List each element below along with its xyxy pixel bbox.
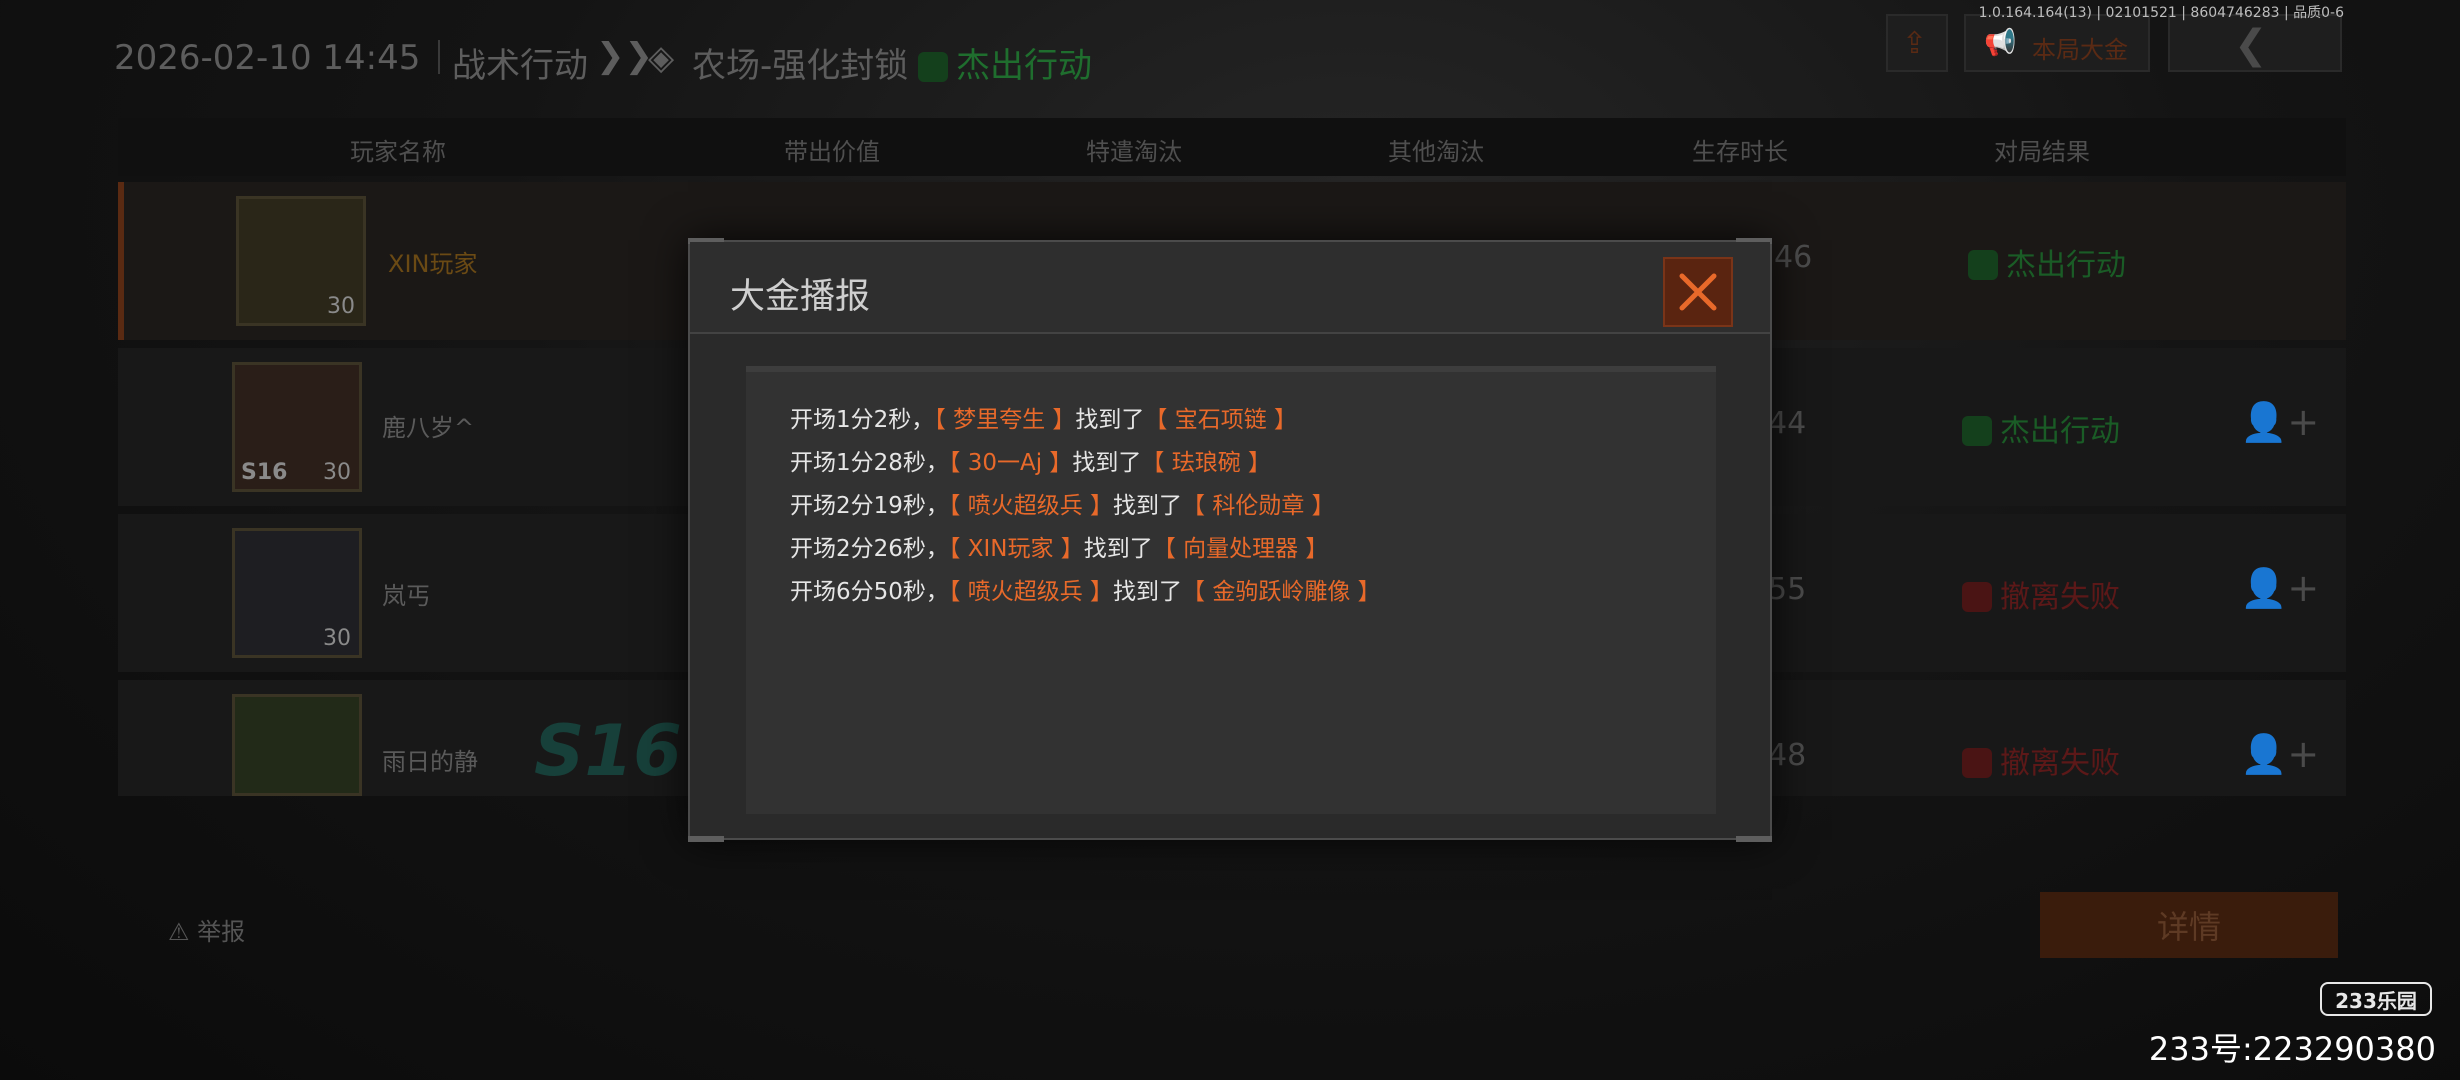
survival-time: 44: [1768, 406, 1807, 441]
player-name: 【 30一Aj 】: [948, 450, 1073, 476]
item-name: 【 向量处理器 】: [1152, 536, 1329, 562]
col-survival-time: 生存时长: [1692, 138, 1788, 166]
add-friend-icon[interactable]: 👤+: [2240, 566, 2319, 611]
player-name: 【 喷火超级兵 】: [948, 493, 1114, 519]
col-other-eliminations: 其他淘汰: [1388, 138, 1484, 166]
warning-icon: ⚠: [168, 918, 190, 946]
avatar: [232, 694, 362, 796]
match-datetime: 2026-02-10 14:45: [114, 38, 421, 78]
match-outcome: 杰出行动: [918, 38, 1092, 87]
add-friend-icon[interactable]: 👤+: [2240, 732, 2319, 777]
report-button[interactable]: ⚠ 举报: [168, 912, 245, 947]
match-result: 杰出行动: [1968, 240, 2126, 284]
match-result: 杰出行动: [1962, 406, 2120, 450]
details-button[interactable]: 详情: [2040, 892, 2338, 958]
avatar: S16 30: [232, 362, 362, 492]
fail-icon: [1962, 582, 1992, 612]
player-name: 【 喷火超级兵 】: [948, 579, 1114, 605]
avatar: 30: [236, 196, 366, 326]
outcome-icon: [1962, 416, 1992, 446]
player-name: XIN玩家: [388, 250, 478, 278]
corner-accent: [1736, 836, 1772, 842]
match-result: 撤离失败: [1962, 572, 2120, 616]
divider: [438, 40, 440, 74]
map-name: 农场-强化封锁: [692, 46, 909, 86]
col-player-name: 玩家名称: [350, 138, 446, 166]
broadcast-entry: 开场1分28秒，【 30一Aj 】找到了【 珐琅碗 】: [790, 450, 1272, 476]
item-name: 【 金驹跃岭雕像 】: [1182, 579, 1381, 605]
watermark-id: 233号:223290380: [2148, 1030, 2436, 1068]
col-special-eliminations: 特遣淘汰: [1086, 138, 1182, 166]
player-name: 岚丐: [382, 582, 430, 610]
season-badge: S16: [241, 460, 288, 485]
close-button[interactable]: [1663, 257, 1733, 327]
match-mode: 战术行动: [452, 46, 588, 86]
item-name: 【 宝石项链 】: [1144, 407, 1298, 433]
report-label: 举报: [197, 918, 246, 946]
share-button[interactable]: ⇪: [1886, 14, 1948, 72]
broadcast-entry: 开场2分19秒，【 喷火超级兵 】找到了【 科伦勋章 】: [790, 493, 1335, 519]
version-info: 1.0.164.164(13) | 02101521 | 8604746283 …: [1978, 5, 2344, 21]
round-gold-label: 本局大金: [2032, 36, 2128, 64]
outcome-icon: [1968, 250, 1998, 280]
close-icon: [1679, 273, 1717, 311]
back-button[interactable]: ❮: [2168, 14, 2342, 72]
broadcast-entry: 开场2分26秒，【 XIN玩家 】找到了【 向量处理器 】: [790, 536, 1329, 562]
broadcast-entry: 开场1分2秒，【 梦里夸生 】找到了【 宝石项链 】: [790, 407, 1298, 433]
item-name: 【 科伦勋章 】: [1182, 493, 1335, 519]
survival-time: 55: [1768, 572, 1807, 607]
megaphone-icon: 📢: [1984, 28, 2017, 58]
corner-accent: [688, 836, 724, 842]
player-level: 30: [323, 460, 351, 485]
player-level: 30: [327, 294, 355, 319]
player-name: 【 XIN玩家 】: [948, 536, 1084, 562]
gold-broadcast-dialog: 大金播报 开场1分2秒，【 梦里夸生 】找到了【 宝石项链 】 开场1分28秒，…: [688, 238, 1772, 842]
table-header: 玩家名称 带出价值 特遣淘汰 其他淘汰 生存时长 对局结果: [118, 118, 2346, 176]
player-level: 30: [323, 626, 351, 651]
avatar: 30: [232, 528, 362, 658]
round-gold-button[interactable]: 📢 本局大金: [1964, 14, 2150, 72]
outcome-icon: [918, 52, 948, 82]
survival-time: 48: [1768, 738, 1807, 773]
map-marker-icon: ◈: [648, 38, 675, 78]
add-friend-icon[interactable]: 👤+: [2240, 400, 2319, 445]
player-name: 【 梦里夸生 】: [934, 407, 1076, 433]
watermark-logo: 233乐园: [2320, 982, 2432, 1016]
col-carried-value: 带出价值: [784, 138, 880, 166]
dialog-header: 大金播报: [690, 242, 1770, 334]
player-name: 鹿八岁^: [382, 414, 475, 442]
share-icon: ⇪: [1902, 26, 1928, 61]
match-result: 撤离失败: [1962, 738, 2120, 782]
item-name: 【 珐琅碗 】: [1141, 450, 1272, 476]
broadcast-list: 开场1分2秒，【 梦里夸生 】找到了【 宝石项链 】 开场1分28秒，【 30一…: [746, 366, 1716, 814]
chevron-left-icon: ❮: [2234, 22, 2268, 68]
season-badge: S16: [534, 710, 682, 792]
col-match-result: 对局结果: [1994, 138, 2090, 166]
dialog-title: 大金播报: [730, 277, 871, 317]
broadcast-entry: 开场6分50秒，【 喷火超级兵 】找到了【 金驹跃岭雕像 】: [790, 579, 1381, 605]
chevron-right-icon: ❯❯: [596, 36, 653, 76]
player-name: 雨日的静: [382, 748, 478, 776]
fail-icon: [1962, 748, 1992, 778]
survival-time: 46: [1774, 240, 1813, 275]
